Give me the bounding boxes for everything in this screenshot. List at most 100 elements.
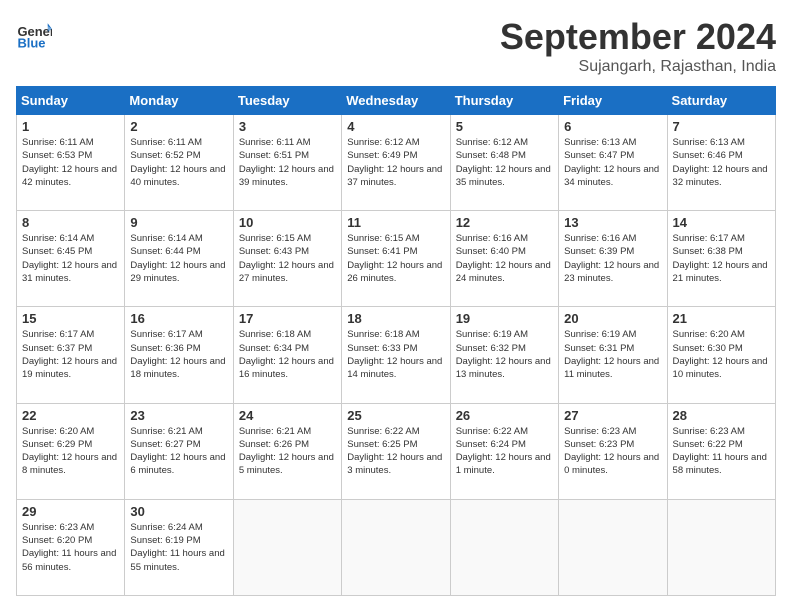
header-friday: Friday [559,87,667,115]
calendar-cell: 5 Sunrise: 6:12 AMSunset: 6:48 PMDayligh… [450,115,558,211]
weekday-header-row: Sunday Monday Tuesday Wednesday Thursday… [17,87,776,115]
calendar-row: 29 Sunrise: 6:23 AMSunset: 6:20 PMDaylig… [17,499,776,595]
calendar-cell: 9 Sunrise: 6:14 AMSunset: 6:44 PMDayligh… [125,211,233,307]
page: General Blue September 2024 Sujangarh, R… [0,0,792,612]
day-info: Sunrise: 6:11 AMSunset: 6:52 PMDaylight:… [130,136,227,189]
calendar-cell: 3 Sunrise: 6:11 AMSunset: 6:51 PMDayligh… [233,115,341,211]
day-info: Sunrise: 6:17 AMSunset: 6:36 PMDaylight:… [130,328,227,381]
logo: General Blue [16,16,52,52]
day-info: Sunrise: 6:23 AMSunset: 6:22 PMDaylight:… [673,425,770,478]
calendar-cell: 11 Sunrise: 6:15 AMSunset: 6:41 PMDaylig… [342,211,450,307]
day-number: 25 [347,408,444,423]
calendar-cell: 15 Sunrise: 6:17 AMSunset: 6:37 PMDaylig… [17,307,125,403]
day-info: Sunrise: 6:15 AMSunset: 6:41 PMDaylight:… [347,232,444,285]
main-title: September 2024 [500,16,776,58]
calendar-row: 8 Sunrise: 6:14 AMSunset: 6:45 PMDayligh… [17,211,776,307]
calendar-cell: 16 Sunrise: 6:17 AMSunset: 6:36 PMDaylig… [125,307,233,403]
day-number: 11 [347,215,444,230]
calendar-body: 1 Sunrise: 6:11 AMSunset: 6:53 PMDayligh… [17,115,776,596]
day-number: 5 [456,119,553,134]
calendar-cell [233,499,341,595]
calendar-cell: 12 Sunrise: 6:16 AMSunset: 6:40 PMDaylig… [450,211,558,307]
calendar-cell: 7 Sunrise: 6:13 AMSunset: 6:46 PMDayligh… [667,115,775,211]
calendar-cell: 18 Sunrise: 6:18 AMSunset: 6:33 PMDaylig… [342,307,450,403]
calendar-cell: 2 Sunrise: 6:11 AMSunset: 6:52 PMDayligh… [125,115,233,211]
day-number: 8 [22,215,119,230]
day-number: 21 [673,311,770,326]
day-info: Sunrise: 6:12 AMSunset: 6:48 PMDaylight:… [456,136,553,189]
subtitle: Sujangarh, Rajasthan, India [500,58,776,76]
day-number: 23 [130,408,227,423]
day-number: 16 [130,311,227,326]
header-sunday: Sunday [17,87,125,115]
day-number: 12 [456,215,553,230]
calendar-cell: 17 Sunrise: 6:18 AMSunset: 6:34 PMDaylig… [233,307,341,403]
title-area: September 2024 Sujangarh, Rajasthan, Ind… [500,16,776,76]
day-info: Sunrise: 6:19 AMSunset: 6:32 PMDaylight:… [456,328,553,381]
day-info: Sunrise: 6:15 AMSunset: 6:43 PMDaylight:… [239,232,336,285]
day-number: 1 [22,119,119,134]
day-info: Sunrise: 6:14 AMSunset: 6:45 PMDaylight:… [22,232,119,285]
day-info: Sunrise: 6:16 AMSunset: 6:39 PMDaylight:… [564,232,661,285]
day-info: Sunrise: 6:17 AMSunset: 6:38 PMDaylight:… [673,232,770,285]
calendar-cell: 4 Sunrise: 6:12 AMSunset: 6:49 PMDayligh… [342,115,450,211]
day-number: 30 [130,504,227,519]
calendar-cell: 30 Sunrise: 6:24 AMSunset: 6:19 PMDaylig… [125,499,233,595]
day-info: Sunrise: 6:13 AMSunset: 6:46 PMDaylight:… [673,136,770,189]
calendar-row: 15 Sunrise: 6:17 AMSunset: 6:37 PMDaylig… [17,307,776,403]
header-wednesday: Wednesday [342,87,450,115]
calendar-row: 1 Sunrise: 6:11 AMSunset: 6:53 PMDayligh… [17,115,776,211]
logo-icon: General Blue [16,16,52,52]
calendar-cell: 19 Sunrise: 6:19 AMSunset: 6:32 PMDaylig… [450,307,558,403]
day-info: Sunrise: 6:20 AMSunset: 6:29 PMDaylight:… [22,425,119,478]
calendar-cell: 21 Sunrise: 6:20 AMSunset: 6:30 PMDaylig… [667,307,775,403]
calendar-cell [450,499,558,595]
day-info: Sunrise: 6:23 AMSunset: 6:20 PMDaylight:… [22,521,119,574]
day-number: 6 [564,119,661,134]
day-info: Sunrise: 6:12 AMSunset: 6:49 PMDaylight:… [347,136,444,189]
day-number: 27 [564,408,661,423]
day-info: Sunrise: 6:20 AMSunset: 6:30 PMDaylight:… [673,328,770,381]
calendar-cell: 29 Sunrise: 6:23 AMSunset: 6:20 PMDaylig… [17,499,125,595]
calendar-cell: 14 Sunrise: 6:17 AMSunset: 6:38 PMDaylig… [667,211,775,307]
day-info: Sunrise: 6:21 AMSunset: 6:26 PMDaylight:… [239,425,336,478]
calendar-cell: 24 Sunrise: 6:21 AMSunset: 6:26 PMDaylig… [233,403,341,499]
svg-text:Blue: Blue [17,36,45,51]
calendar-cell: 13 Sunrise: 6:16 AMSunset: 6:39 PMDaylig… [559,211,667,307]
day-info: Sunrise: 6:23 AMSunset: 6:23 PMDaylight:… [564,425,661,478]
day-number: 10 [239,215,336,230]
day-info: Sunrise: 6:14 AMSunset: 6:44 PMDaylight:… [130,232,227,285]
header-thursday: Thursday [450,87,558,115]
day-info: Sunrise: 6:22 AMSunset: 6:24 PMDaylight:… [456,425,553,478]
day-info: Sunrise: 6:17 AMSunset: 6:37 PMDaylight:… [22,328,119,381]
calendar-cell: 23 Sunrise: 6:21 AMSunset: 6:27 PMDaylig… [125,403,233,499]
day-info: Sunrise: 6:18 AMSunset: 6:33 PMDaylight:… [347,328,444,381]
calendar-cell: 1 Sunrise: 6:11 AMSunset: 6:53 PMDayligh… [17,115,125,211]
calendar-cell: 22 Sunrise: 6:20 AMSunset: 6:29 PMDaylig… [17,403,125,499]
calendar-cell: 10 Sunrise: 6:15 AMSunset: 6:43 PMDaylig… [233,211,341,307]
day-number: 28 [673,408,770,423]
header-saturday: Saturday [667,87,775,115]
day-number: 3 [239,119,336,134]
day-number: 18 [347,311,444,326]
calendar-cell: 28 Sunrise: 6:23 AMSunset: 6:22 PMDaylig… [667,403,775,499]
day-number: 24 [239,408,336,423]
calendar-table: Sunday Monday Tuesday Wednesday Thursday… [16,86,776,596]
day-number: 26 [456,408,553,423]
day-number: 20 [564,311,661,326]
calendar-cell [559,499,667,595]
calendar-cell [667,499,775,595]
day-number: 9 [130,215,227,230]
header-monday: Monday [125,87,233,115]
day-number: 17 [239,311,336,326]
calendar-cell: 25 Sunrise: 6:22 AMSunset: 6:25 PMDaylig… [342,403,450,499]
day-info: Sunrise: 6:13 AMSunset: 6:47 PMDaylight:… [564,136,661,189]
calendar-cell: 20 Sunrise: 6:19 AMSunset: 6:31 PMDaylig… [559,307,667,403]
calendar-cell: 27 Sunrise: 6:23 AMSunset: 6:23 PMDaylig… [559,403,667,499]
day-info: Sunrise: 6:24 AMSunset: 6:19 PMDaylight:… [130,521,227,574]
day-info: Sunrise: 6:18 AMSunset: 6:34 PMDaylight:… [239,328,336,381]
header-tuesday: Tuesday [233,87,341,115]
day-number: 13 [564,215,661,230]
day-number: 14 [673,215,770,230]
day-number: 4 [347,119,444,134]
